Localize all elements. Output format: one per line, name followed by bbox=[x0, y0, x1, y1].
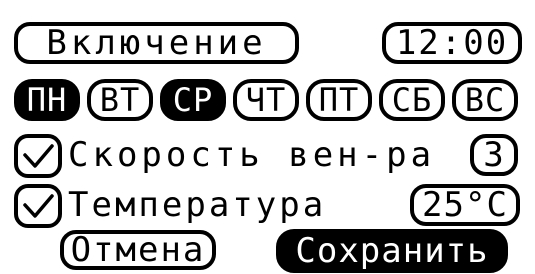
temperature-checkbox[interactable] bbox=[14, 184, 62, 228]
fan-speed-checkbox[interactable] bbox=[14, 134, 62, 178]
fan-speed-label: Скорость вен-ра bbox=[68, 135, 436, 175]
fan-speed-value[interactable]: 3 bbox=[470, 134, 518, 176]
save-button[interactable]: Сохранить bbox=[276, 229, 508, 273]
day-toggle-sat[interactable]: СБ bbox=[379, 79, 445, 121]
temperature-value[interactable]: 25°C bbox=[410, 184, 520, 226]
checkmark-icon bbox=[23, 144, 54, 168]
day-toggle-tue[interactable]: ВТ bbox=[87, 79, 153, 121]
day-toggle-mon[interactable]: ПН bbox=[14, 79, 80, 121]
cancel-button[interactable]: Отмена bbox=[60, 230, 216, 270]
day-toggle-wed[interactable]: СР bbox=[160, 79, 226, 121]
schedule-screen: Включение 12:00 ПН ВТ СР ЧТ ПТ СБ ВС Ско… bbox=[0, 0, 535, 274]
schedule-title: Включение bbox=[14, 22, 299, 64]
day-toggle-sun[interactable]: ВС bbox=[452, 79, 518, 121]
temperature-label: Температура bbox=[68, 185, 327, 225]
checkmark-icon bbox=[23, 194, 54, 218]
time-value[interactable]: 12:00 bbox=[382, 22, 522, 64]
day-toggle-thu[interactable]: ЧТ bbox=[233, 79, 299, 121]
day-toggle-fri[interactable]: ПТ bbox=[306, 79, 372, 121]
